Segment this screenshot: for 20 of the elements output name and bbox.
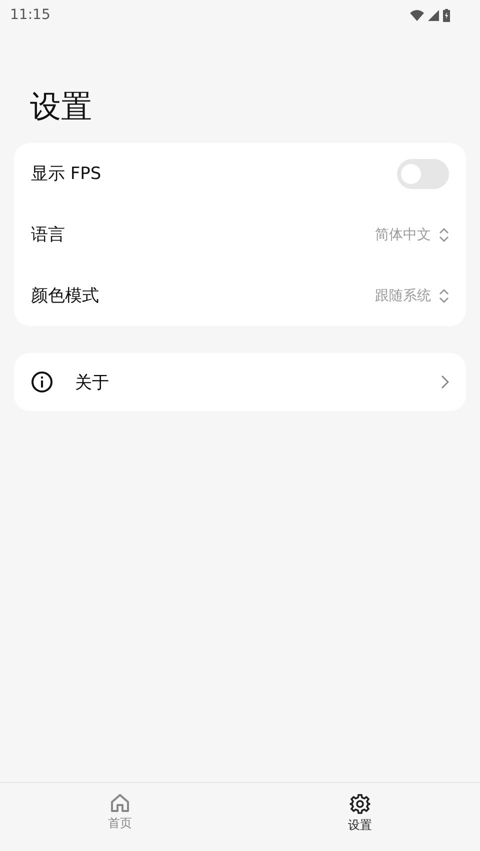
updown-icon — [439, 226, 449, 242]
wifi-icon — [410, 10, 424, 20]
page-title: 设置 — [30, 88, 92, 127]
battery-icon — [443, 8, 450, 22]
signal-icon — [428, 10, 439, 20]
select-dropdown[interactable]: 跟随系统 — [375, 286, 449, 304]
chevron-right-icon — [441, 375, 449, 389]
nav-tab[interactable]: 设置 — [240, 783, 480, 851]
gear-icon — [349, 793, 371, 815]
setting-label: 语言 — [31, 224, 65, 246]
updown-icon — [439, 288, 449, 304]
home-icon — [110, 793, 130, 813]
select-dropdown[interactable]: 简体中文 — [375, 226, 449, 244]
setting-label: 显示 FPS — [31, 163, 102, 185]
setting-label: 颜色模式 — [31, 285, 99, 307]
status-time: 11:15 — [10, 7, 50, 23]
info-icon — [31, 371, 53, 393]
nav-tab[interactable]: 首页 — [0, 783, 240, 851]
about-item[interactable]: 关于 — [14, 353, 466, 411]
toggle-switch[interactable] — [397, 158, 449, 188]
